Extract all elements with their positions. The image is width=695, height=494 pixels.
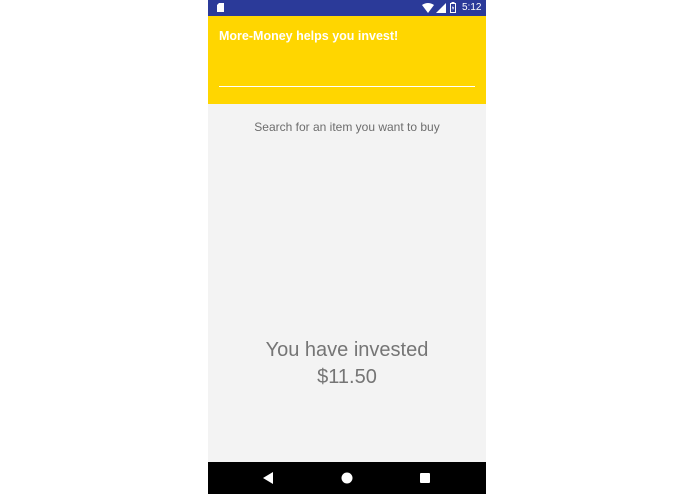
status-time: 5:12: [462, 2, 482, 13]
wifi-icon: [422, 3, 434, 13]
app-title: More-Money helps you invest!: [219, 29, 399, 43]
recents-button[interactable]: [416, 469, 434, 487]
battery-icon: [450, 2, 456, 13]
recents-icon: [420, 473, 430, 483]
sd-card-icon: [217, 3, 224, 12]
search-hint: Search for an item you want to buy: [254, 120, 440, 134]
invested-amount: $11.50: [317, 366, 377, 388]
navigation-bar: [208, 462, 486, 494]
status-bar: 5:12: [208, 0, 486, 16]
search-input[interactable]: [219, 64, 475, 87]
phone-screen: 5:12 More-Money helps you invest! Search…: [208, 0, 486, 494]
home-button[interactable]: [338, 469, 356, 487]
app-header: More-Money helps you invest!: [208, 16, 486, 104]
back-button[interactable]: [259, 469, 277, 487]
invested-label: You have invested: [265, 339, 429, 361]
back-icon: [263, 472, 273, 484]
invested-summary: You have invested $11.50: [208, 337, 486, 391]
home-icon: [341, 472, 353, 484]
cell-signal-icon: [436, 3, 446, 13]
